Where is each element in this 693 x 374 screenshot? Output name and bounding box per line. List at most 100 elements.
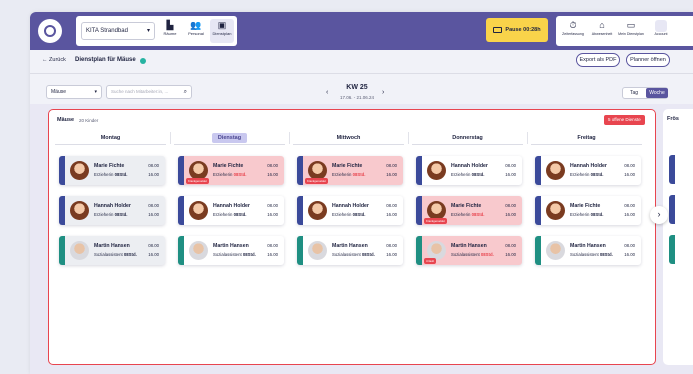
open-shifts-badge[interactable]: 5 offene Dienste: [604, 115, 645, 125]
employee-name: Marie Fichte: [213, 163, 244, 169]
shift-end: 16.00: [624, 251, 635, 257]
shift-card[interactable]: Hannah Holder Erzieherin 08Std. 08.00 16.00: [59, 196, 165, 225]
shift-end: 16.00: [148, 211, 159, 217]
shift-hours: 08Std.: [599, 251, 613, 257]
next-group-name: Frös: [667, 116, 679, 122]
employee-role: Sozialassistent: [451, 251, 480, 257]
shift-end: 16.00: [386, 251, 397, 257]
day-header: Donnerstag: [408, 132, 527, 144]
shift-start: 08.00: [386, 163, 397, 168]
employee-role: Erzieherin: [570, 211, 590, 217]
week-range: 17.06. - 21.06.24: [339, 95, 375, 100]
shift-end: 16.00: [624, 171, 635, 177]
nav-zeiterfassung[interactable]: ⏱ Zeiterfassung: [560, 19, 586, 36]
day-header-label: Freitag: [577, 135, 596, 141]
shift-end: 16.00: [505, 251, 516, 257]
employee-role: Erzieherin: [332, 171, 352, 177]
shift-card[interactable]: Martin Hansen Sozialassistent 08Std. 08.00…: [416, 236, 522, 265]
calendar-icon: ▭: [626, 20, 636, 30]
shift-start: 08.00: [267, 203, 278, 208]
next-page-button[interactable]: ›: [650, 206, 668, 224]
shift-card[interactable]: Hannah Holder Erzieherin 08Std. 08.00 16.00: [535, 156, 641, 185]
top-nav: KITA Strandbad ▾ ▙ Räume 👥 Personal ▣ Di…: [76, 16, 237, 46]
day-header: Freitag: [527, 132, 646, 144]
pause-button[interactable]: Pause 00:28h: [486, 18, 548, 42]
employee-name: Hannah Holder: [570, 163, 607, 169]
nav-label: Dienstplan: [212, 31, 232, 36]
day-divider: [412, 144, 523, 145]
back-link[interactable]: ← Zurück: [42, 57, 66, 63]
shift-card[interactable]: Martin Hansen Sozialassistent 08Std. 08.00…: [59, 236, 165, 265]
day-divider: [531, 144, 642, 145]
site-select[interactable]: KITA Strandbad ▾: [81, 22, 155, 40]
shift-start: 08.00: [386, 243, 397, 248]
site-select-value: KITA Strandbad: [86, 28, 128, 34]
people-icon: 👥: [190, 20, 202, 30]
nav-label: Zeiterfassung: [562, 32, 584, 36]
view-day-button[interactable]: Tag: [623, 88, 645, 98]
avatar: [546, 241, 565, 260]
shift-card[interactable]: Martin Hansen Sozialassistent 08Std. 08.00…: [297, 236, 403, 265]
export-pdf-button[interactable]: Export als PDF: [576, 53, 620, 67]
avatar: [189, 241, 208, 260]
role-color-bar: [669, 155, 675, 184]
shift-hours: 08Std.: [352, 211, 366, 217]
role-color-bar: [59, 156, 65, 185]
employee-role: Sozialassistent: [570, 251, 599, 257]
chevron-down-icon: ▾: [94, 89, 97, 95]
app-logo[interactable]: [38, 19, 62, 43]
role-color-bar: [178, 196, 184, 225]
shift-hours: 08Std.: [471, 171, 485, 177]
shift-card[interactable]: Marie Fichte Erzieherin 08Std. 08.00 16.00: [535, 196, 641, 225]
column-separator: [170, 132, 171, 144]
prev-week-button[interactable]: ‹: [326, 89, 328, 96]
employee-role-line: Sozialassistent 08Std.: [94, 252, 137, 257]
view-week-button[interactable]: Woche: [646, 88, 668, 98]
employee-role: Erzieherin: [213, 171, 233, 177]
shift-card[interactable]: Hannah Holder Erzieherin 08Std. 08.00 16.00: [178, 196, 284, 225]
shift-start: 08.00: [267, 243, 278, 248]
shift-card[interactable]: Martin Hansen Sozialassistent 08Std. 08.00…: [178, 236, 284, 265]
shift-card[interactable]: Hannah Holder Erzieherin 08Std. 08.00 16.00: [416, 156, 522, 185]
planner-open-button[interactable]: Planner öffnen: [626, 53, 670, 67]
employee-role-line: Sozialassistent 08Std.: [570, 252, 613, 257]
shift-hours: 08Std.: [123, 251, 137, 257]
avatar: [546, 201, 565, 220]
nav-dienstplan[interactable]: ▣ Dienstplan: [210, 19, 234, 43]
right-nav: ⏱ Zeiterfassung ⌂ Abwesenheit ▭ Mein Die…: [556, 16, 693, 46]
next-week-button[interactable]: ›: [382, 89, 384, 96]
nav-mein-dienstplan[interactable]: ▭ Mein Dienstplan: [618, 19, 644, 36]
shift-card[interactable]: Martin Hansen Sozialassistent 08Std. 08.00…: [535, 236, 641, 265]
day-header: Montag: [51, 132, 170, 144]
role-color-bar: [178, 156, 184, 185]
status-badge: Krankgemeldet: [424, 218, 447, 224]
shift-card[interactable]: Marie Fichte Erzieherin 08Std. 08.00 16.00 K…: [178, 156, 284, 185]
nav-raeume[interactable]: ▙ Räume: [158, 19, 182, 43]
avatar: [70, 241, 89, 260]
shift-hours: 08Std.: [590, 171, 604, 177]
day-header: Dienstag: [170, 132, 289, 144]
employee-role: Erzieherin: [94, 211, 114, 217]
role-color-bar: [416, 156, 422, 185]
shift-start: 08.00: [505, 203, 516, 208]
role-color-bar: [535, 196, 541, 225]
group-select[interactable]: Mäuse ▾: [46, 85, 102, 99]
shift-card[interactable]: Marie Fichte Erzieherin 08Std. 08.00 16.00: [59, 156, 165, 185]
column-separator: [527, 132, 528, 144]
shift-card[interactable]: Marie Fichte Erzieherin 08Std. 08.00 16.00 K…: [416, 196, 522, 225]
employee-name: Marie Fichte: [570, 203, 601, 209]
group-select-value: Mäuse: [51, 89, 67, 95]
search-input[interactable]: Suche nach Mitarbeiter:in, ... ⌕: [106, 85, 192, 99]
nav-abwesenheit[interactable]: ⌂ Abwesenheit: [589, 19, 615, 36]
employee-role: Sozialassistent: [332, 251, 361, 257]
shift-card[interactable]: Hannah Holder Erzieherin 08Std. 08.00 16.00: [297, 196, 403, 225]
employee-role: Erzieherin: [570, 171, 590, 177]
employee-role-line: Sozialassistent 08Std.: [451, 252, 494, 257]
role-color-bar: [535, 236, 541, 265]
employee-role-line: Erzieherin 08Std.: [570, 172, 603, 177]
shift-card[interactable]: Marie Fichte Erzieherin 08Std. 08.00 16.00 K…: [297, 156, 403, 185]
day-header-label: Mittwoch: [336, 135, 361, 141]
shift-end: 16.00: [624, 211, 635, 217]
nav-account[interactable]: Account: [648, 19, 674, 36]
nav-personal[interactable]: 👥 Personal: [184, 19, 208, 43]
